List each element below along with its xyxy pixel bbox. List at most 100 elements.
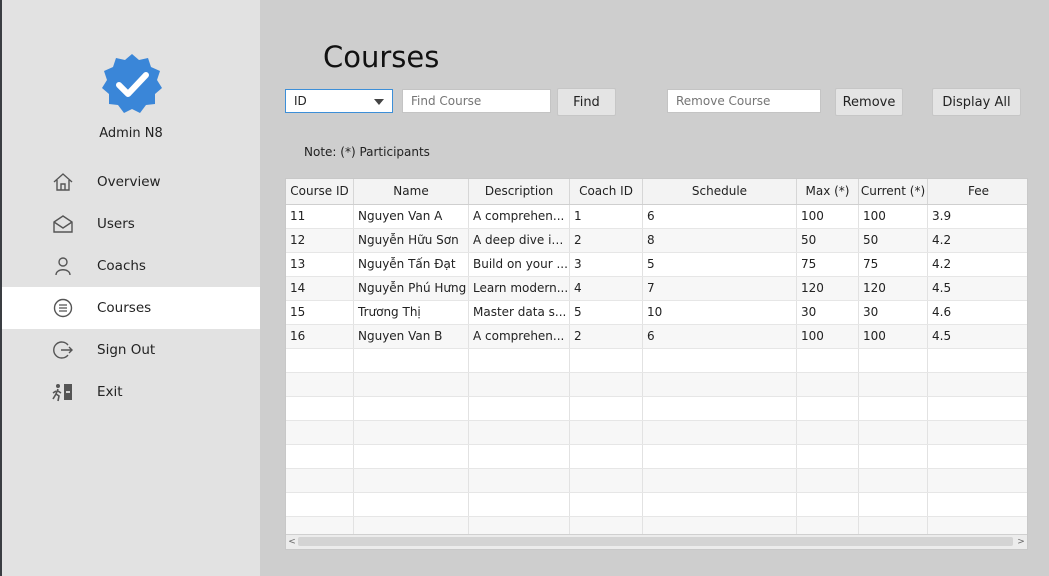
display-all-button[interactable]: Display All: [932, 88, 1021, 116]
table-cell: [859, 445, 928, 468]
table-cell: [286, 373, 354, 396]
table-cell: [643, 349, 797, 372]
table-cell: [643, 373, 797, 396]
table-cell: [469, 349, 570, 372]
table-cell: [570, 397, 643, 420]
table-cell: [797, 397, 859, 420]
table-cell: 50: [797, 229, 859, 252]
sidebar: Admin N8 Overview Users Coachs Courses S…: [2, 0, 260, 576]
table-cell: [354, 373, 469, 396]
table-cell: 100: [859, 205, 928, 228]
table-cell: [797, 445, 859, 468]
sidebar-item-exit[interactable]: Exit: [2, 371, 260, 413]
table-cell: 11: [286, 205, 354, 228]
list-circle-icon: [52, 298, 74, 318]
table-cell: [928, 469, 1027, 492]
table-cell: [286, 445, 354, 468]
table-cell: 120: [797, 277, 859, 300]
table-cell: [469, 445, 570, 468]
table-row[interactable]: 11 Nguyen Van AA comprehen... 1 6 100 100 3.9: [286, 205, 1027, 229]
table-cell: 6: [643, 325, 797, 348]
table-cell: [859, 349, 928, 372]
table-cell: Nguyen Van A: [354, 205, 469, 228]
empty-table-row: [286, 493, 1027, 517]
table-cell: 15: [286, 301, 354, 324]
column-header[interactable]: Current (*): [859, 179, 928, 204]
empty-table-row: [286, 469, 1027, 493]
table-row[interactable]: 12 Nguyễn Hữu Sơn A deep dive in... 2 8 50 50 4…: [286, 229, 1027, 253]
participants-note: Note: (*) Participants: [304, 145, 430, 159]
home-icon: [52, 172, 74, 192]
table-cell: Nguyễn Phú Hưng: [354, 277, 469, 300]
column-header[interactable]: Description: [469, 179, 570, 204]
column-header[interactable]: Max (*): [797, 179, 859, 204]
scroll-right-icon[interactable]: >: [1016, 536, 1026, 548]
table-cell: 6: [643, 205, 797, 228]
table-cell: 100: [797, 325, 859, 348]
table-cell: [928, 397, 1027, 420]
sidebar-item-courses[interactable]: Courses: [2, 287, 260, 329]
envelope-icon: [52, 214, 74, 234]
table-row[interactable]: 15 Trương Thị Master data s... 5 10 30 30 4.6: [286, 301, 1027, 325]
scrollbar-thumb[interactable]: [298, 537, 1013, 546]
empty-table-row: [286, 349, 1027, 373]
find-button[interactable]: Find: [557, 88, 616, 116]
sidebar-item-overview[interactable]: Overview: [2, 161, 260, 203]
table-row[interactable]: 14 Nguyễn Phú Hưng Learn modern... 4 7 120 120…: [286, 277, 1027, 301]
table-cell: 7: [643, 277, 797, 300]
table-body: 11 Nguyen Van AA comprehen... 1 6 100 100 3.9 1…: [286, 205, 1027, 541]
table-cell: [570, 349, 643, 372]
table-cell: Nguyễn Hữu Sơn: [354, 229, 469, 252]
sidebar-item-sign-out[interactable]: Sign Out: [2, 329, 260, 371]
horizontal-scrollbar[interactable]: < >: [286, 534, 1027, 549]
courses-table[interactable]: Course ID Name Description Coach ID Sche…: [285, 178, 1028, 550]
column-header[interactable]: Course ID: [286, 179, 354, 204]
table-cell: [859, 469, 928, 492]
search-field-select[interactable]: ID: [285, 89, 393, 113]
table-header: Course ID Name Description Coach ID Sche…: [286, 179, 1027, 205]
verified-badge-icon: [102, 54, 162, 113]
sidebar-item-label: Overview: [97, 174, 161, 190]
column-header[interactable]: Schedule: [643, 179, 797, 204]
empty-table-row: [286, 397, 1027, 421]
table-cell: 4.5: [932, 329, 952, 343]
column-header[interactable]: Coach ID: [570, 179, 643, 204]
table-row[interactable]: 13 Nguyễn Tấn Đạt Build on your ... 3 5 75 75 4…: [286, 253, 1027, 277]
table-cell: 50: [859, 229, 928, 252]
table-cell: [469, 421, 570, 444]
table-cell: 75: [797, 253, 859, 276]
person-icon: [52, 256, 74, 276]
table-cell: Learn modern...: [469, 277, 570, 300]
remove-button[interactable]: Remove: [835, 88, 903, 116]
scroll-left-icon[interactable]: <: [287, 536, 297, 548]
sidebar-item-label: Users: [97, 216, 135, 232]
table-cell: 14: [286, 277, 354, 300]
remove-course-input[interactable]: [667, 89, 821, 113]
table-cell: 13: [286, 253, 354, 276]
table-cell: 12: [286, 229, 354, 252]
table-cell: 120: [859, 277, 928, 300]
chevron-down-icon: [374, 99, 384, 105]
sidebar-item-users[interactable]: Users: [2, 203, 260, 245]
table-cell: [797, 421, 859, 444]
table-row[interactable]: 16 Nguyen Van BA comprehen... 2 6 100 100 4.5: [286, 325, 1027, 349]
table-cell: [928, 349, 1027, 372]
find-course-input[interactable]: [402, 89, 551, 113]
sign-out-icon: [52, 340, 74, 360]
table-cell: 4.6: [932, 305, 952, 319]
table-cell: [643, 445, 797, 468]
empty-table-row: [286, 373, 1027, 397]
sidebar-item-label: Exit: [97, 384, 123, 400]
exit-icon: [52, 382, 74, 402]
table-cell: [859, 397, 928, 420]
sidebar-item-coachs[interactable]: Coachs: [2, 245, 260, 287]
table-cell: 30: [797, 301, 859, 324]
table-cell: [797, 373, 859, 396]
sidebar-item-label: Courses: [97, 300, 152, 316]
column-header[interactable]: Name: [354, 179, 469, 204]
table-cell: 10: [643, 301, 797, 324]
table-cell: [859, 421, 928, 444]
sidebar-item-label: Sign Out: [97, 342, 156, 358]
column-header[interactable]: Fee: [928, 179, 1027, 204]
table-cell: Nguyen Van B: [354, 325, 469, 348]
